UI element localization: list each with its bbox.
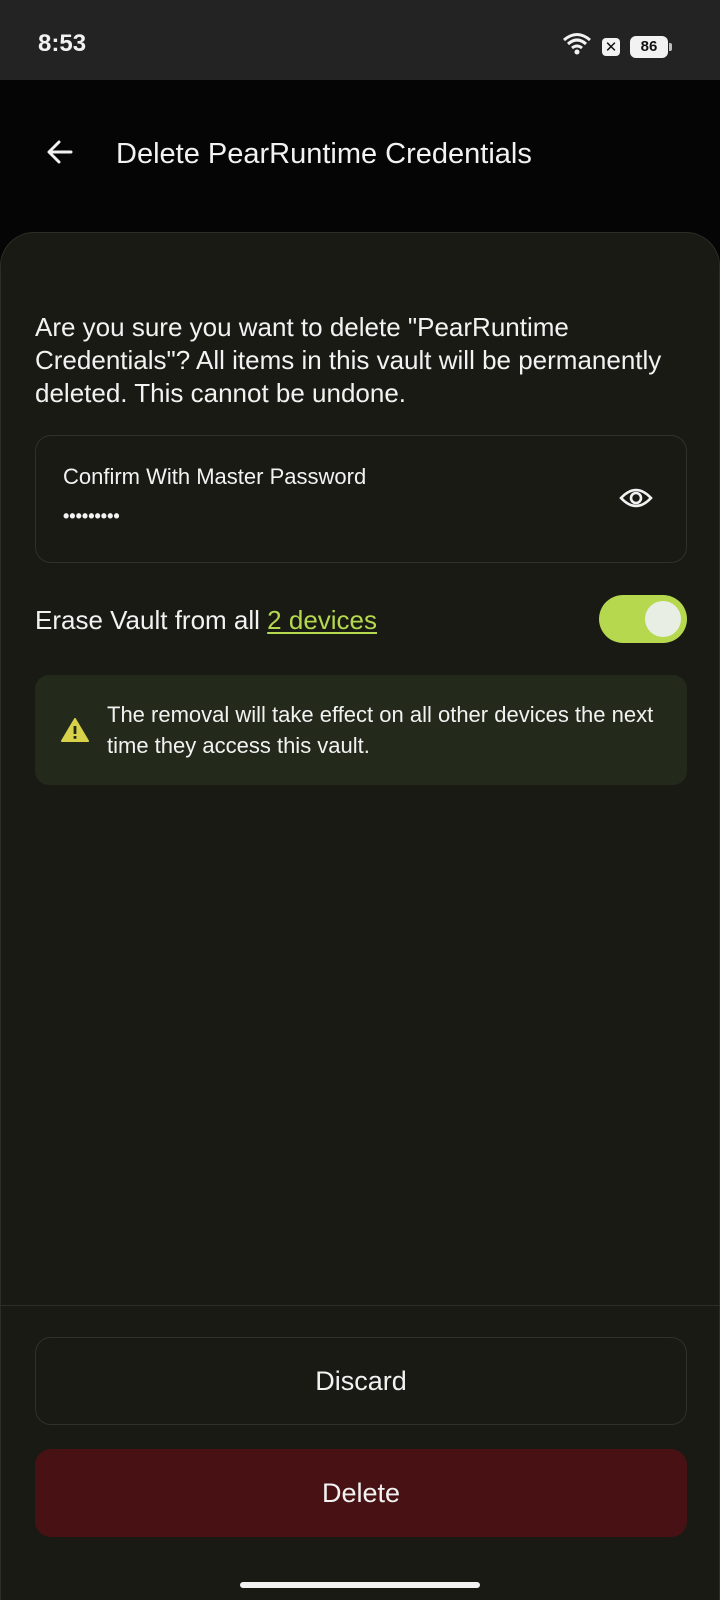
confirmation-message: Are you sure you want to delete "PearRun… [35, 312, 662, 408]
app-bar: Delete PearRuntime Credentials [0, 80, 720, 230]
wifi-icon [562, 32, 592, 61]
notification-x-icon: ✕ [602, 37, 620, 56]
footer-divider [1, 1305, 720, 1306]
password-input[interactable]: ••••••••• [63, 506, 120, 527]
battery-icon: 86 [630, 35, 672, 58]
back-button[interactable] [36, 130, 84, 178]
toggle-knob [645, 601, 681, 637]
status-time: 8:53 [38, 30, 87, 57]
erase-vault-row: Erase Vault from all 2 devices [35, 593, 687, 645]
devices-link[interactable]: 2 devices [267, 605, 377, 635]
delete-vault-sheet: Are you sure you want to delete "PearRun… [0, 232, 720, 1600]
password-field-label: Confirm With Master Password [63, 464, 367, 489]
info-banner: The removal will take effect on all othe… [35, 675, 687, 785]
master-password-field[interactable]: Confirm With Master Password ••••••••• [35, 435, 687, 563]
arrow-left-icon [45, 137, 75, 172]
discard-button[interactable]: Discard [35, 1337, 687, 1425]
warning-icon [61, 717, 89, 743]
eye-icon [619, 486, 653, 515]
erase-vault-text: Erase Vault from all [35, 605, 268, 635]
erase-vault-label: Erase Vault from all 2 devices [35, 605, 377, 636]
status-icons: ✕ 86 [562, 32, 672, 61]
erase-vault-toggle[interactable] [599, 595, 687, 643]
info-text: The removal will take effect on all othe… [107, 702, 654, 758]
status-bar: 8:53 ✕ 86 [0, 0, 720, 80]
delete-button[interactable]: Delete [35, 1449, 687, 1537]
show-password-button[interactable] [616, 480, 656, 520]
page-title: Delete PearRuntime Credentials [116, 138, 532, 170]
home-indicator[interactable] [240, 1582, 480, 1588]
